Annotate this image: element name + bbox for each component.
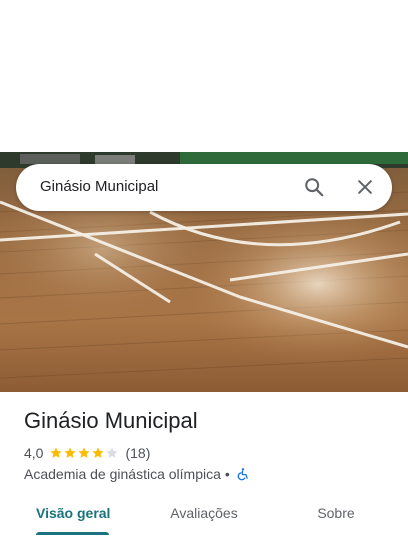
star-empty-icon <box>106 447 119 458</box>
tab-about[interactable]: Sobre <box>310 496 362 534</box>
star-filled-icon <box>64 447 77 458</box>
separator: • <box>224 466 230 482</box>
place-panel: Ginásio Municipal Ginásio Municipal 4,0 … <box>0 0 408 544</box>
wheelchair-accessible-icon <box>237 468 248 481</box>
rating-value: 4,0 <box>24 445 44 461</box>
place-title: Ginásio Municipal <box>24 408 198 433</box>
star-filled-icon <box>50 447 63 458</box>
category-row: Academia de ginástica olímpica • <box>24 465 250 483</box>
search-input[interactable]: Ginásio Municipal <box>40 178 158 195</box>
active-tab-indicator <box>36 532 109 535</box>
tab-bar: Visão geral Avaliações Sobre <box>0 496 408 536</box>
rating-row[interactable]: 4,0 (18) <box>24 445 150 461</box>
place-category[interactable]: Academia de ginástica olímpica <box>24 466 221 482</box>
star-filled-icon <box>92 447 105 458</box>
star-filled-icon <box>78 447 91 458</box>
search-bar[interactable]: Ginásio Municipal <box>16 164 392 211</box>
close-icon[interactable] <box>355 177 375 197</box>
star-rating <box>49 446 119 460</box>
tab-overview[interactable]: Visão geral <box>36 496 110 534</box>
tab-reviews[interactable]: Avaliações <box>163 496 245 534</box>
search-icon[interactable] <box>303 176 325 198</box>
review-count[interactable]: (18) <box>125 445 150 461</box>
